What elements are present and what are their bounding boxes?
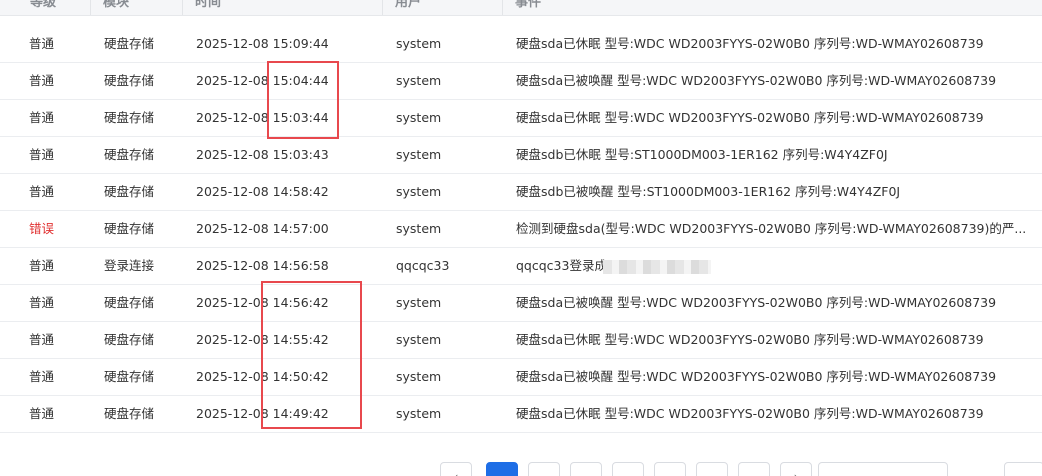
redacted-text [602, 259, 711, 274]
table-row[interactable]: 普通 硬盘存储 2025-12-08 14:50:42 system 硬盘sda已被唤醒… [0, 358, 1042, 396]
event-cell: 硬盘sdb已被唤醒 型号:ST1000DM003-1ER162 序列号:W4Y4… [516, 173, 1036, 210]
event-cell: 硬盘sda已被唤醒 型号:WDC WD2003FYYS-02W0B0 序列号:W… [516, 62, 1036, 99]
event-text: 硬盘sda已被唤醒 型号:WDC WD2003FYYS-02W0B0 序列号:W… [516, 369, 997, 384]
level-cell: 普通 [29, 36, 55, 51]
prev-page-button[interactable]: ‹ [440, 462, 472, 476]
event-cell: 硬盘sdb已休眠 型号:ST1000DM003-1ER162 序列号:W4Y4Z… [516, 136, 1036, 173]
module-cell: 硬盘存储 [104, 332, 155, 347]
level-cell: 错误 [29, 221, 55, 236]
module-cell: 硬盘存储 [104, 73, 155, 88]
time-cell: 2025-12-08 14:50:42 [196, 369, 329, 384]
user-cell: system [396, 110, 442, 125]
event-text: qqcqc33登录成 [516, 258, 607, 273]
table-row[interactable]: 普通 登录连接 2025-12-08 14:56:58 qqcqc33 qqcqc33登… [0, 247, 1042, 285]
level-cell: 普通 [29, 295, 55, 310]
table-row[interactable]: 普通 硬盘存储 2025-12-08 14:58:42 system 硬盘sdb已被唤醒… [0, 173, 1042, 211]
event-cell: 硬盘sda已被唤醒 型号:WDC WD2003FYYS-02W0B0 序列号:W… [516, 284, 1036, 321]
user-cell: system [396, 36, 442, 51]
table-row[interactable]: 普通 硬盘存储 2025-12-08 15:04:44 system 硬盘sda已被唤醒… [0, 62, 1042, 100]
table-row[interactable]: 普通 硬盘存储 2025-12-08 14:49:42 system 硬盘sda已休眠 … [0, 395, 1042, 433]
module-cell: 硬盘存储 [104, 147, 155, 162]
user-cell: system [396, 295, 442, 310]
column-header-event[interactable]: 事件 [502, 0, 1042, 15]
time-cell: 2025-12-08 14:49:42 [196, 406, 329, 421]
page-button[interactable] [570, 462, 602, 476]
goto-page-input[interactable] [1004, 462, 1042, 476]
page-button[interactable] [612, 462, 644, 476]
page-size-select[interactable] [818, 462, 948, 476]
user-cell: system [396, 406, 442, 421]
table-row[interactable]: 普通 硬盘存储 2025-12-08 14:56:42 system 硬盘sda已被唤醒… [0, 284, 1042, 322]
module-cell: 硬盘存储 [104, 221, 155, 236]
level-cell: 普通 [29, 147, 55, 162]
time-cell: 2025-12-08 15:09:44 [196, 36, 329, 51]
time-cell: 2025-12-08 14:57:00 [196, 221, 329, 236]
page-button[interactable] [738, 462, 770, 476]
page-button[interactable] [696, 462, 728, 476]
event-cell: 检测到硬盘sda(型号:WDC WD2003FYYS-02W0B0 序列号:WD… [516, 210, 1036, 247]
level-cell: 普通 [29, 73, 55, 88]
module-cell: 硬盘存储 [104, 295, 155, 310]
user-cell: system [396, 369, 442, 384]
time-cell: 2025-12-08 14:55:42 [196, 332, 329, 347]
level-cell: 普通 [29, 110, 55, 125]
column-header-user[interactable]: 用户 [382, 0, 502, 15]
event-cell: 硬盘sda已休眠 型号:WDC WD2003FYYS-02W0B0 序列号:WD… [516, 25, 1036, 62]
event-text: 硬盘sda已被唤醒 型号:WDC WD2003FYYS-02W0B0 序列号:W… [516, 295, 997, 310]
time-cell: 2025-12-08 14:56:58 [196, 258, 329, 273]
module-cell: 硬盘存储 [104, 369, 155, 384]
user-cell: qqcqc33 [396, 258, 450, 273]
user-cell: system [396, 147, 442, 162]
module-cell: 硬盘存储 [104, 110, 155, 125]
event-cell: qqcqc33登录成 [516, 247, 1036, 284]
time-cell: 2025-12-08 15:03:44 [196, 110, 329, 125]
event-text: 硬盘sdb已被唤醒 型号:ST1000DM003-1ER162 序列号:W4Y4… [516, 184, 901, 199]
page-button[interactable] [654, 462, 686, 476]
level-cell: 普通 [29, 332, 55, 347]
event-cell: 硬盘sda已被唤醒 型号:WDC WD2003FYYS-02W0B0 序列号:W… [516, 358, 1036, 395]
column-header-module[interactable]: 模块 [90, 0, 182, 15]
event-text: 硬盘sda已休眠 型号:WDC WD2003FYYS-02W0B0 序列号:WD… [516, 36, 984, 51]
module-cell: 硬盘存储 [104, 184, 155, 199]
table-row[interactable]: 普通 硬盘存储 2025-12-08 14:55:42 system 硬盘sda已休眠 … [0, 321, 1042, 359]
user-cell: system [396, 332, 442, 347]
module-cell: 硬盘存储 [104, 36, 155, 51]
level-cell: 普通 [29, 369, 55, 384]
time-cell: 2025-12-08 15:04:44 [196, 73, 329, 88]
time-cell: 2025-12-08 14:58:42 [196, 184, 329, 199]
level-cell: 普通 [29, 258, 55, 273]
page-button-active[interactable] [486, 462, 518, 476]
level-cell: 普通 [29, 184, 55, 199]
table-header: 等级 模块 时间 用户 事件 [0, 0, 1042, 16]
next-page-button[interactable]: › [780, 462, 812, 476]
module-cell: 登录连接 [104, 258, 155, 273]
event-text: 硬盘sda已休眠 型号:WDC WD2003FYYS-02W0B0 序列号:WD… [516, 332, 984, 347]
table-row-partial [0, 440, 1042, 452]
event-text: 检测到硬盘sda(型号:WDC WD2003FYYS-02W0B0 序列号:WD… [516, 221, 1027, 236]
pagination: ‹ › [0, 462, 1042, 476]
event-cell: 硬盘sda已休眠 型号:WDC WD2003FYYS-02W0B0 序列号:WD… [516, 321, 1036, 358]
user-cell: system [396, 184, 442, 199]
user-cell: system [396, 221, 442, 236]
user-cell: system [396, 73, 442, 88]
event-cell: 硬盘sda已休眠 型号:WDC WD2003FYYS-02W0B0 序列号:WD… [516, 395, 1036, 432]
table-row[interactable]: 普通 硬盘存储 2025-12-08 15:03:43 system 硬盘sdb已休眠 … [0, 136, 1042, 174]
table-row[interactable]: 普通 硬盘存储 2025-12-08 15:03:44 system 硬盘sda已休眠 … [0, 99, 1042, 137]
column-header-time[interactable]: 时间 [182, 0, 382, 15]
event-text: 硬盘sda已休眠 型号:WDC WD2003FYYS-02W0B0 序列号:WD… [516, 110, 984, 125]
time-cell: 2025-12-08 15:03:43 [196, 147, 329, 162]
level-cell: 普通 [29, 406, 55, 421]
time-cell: 2025-12-08 14:56:42 [196, 295, 329, 310]
module-cell: 硬盘存储 [104, 406, 155, 421]
event-text: 硬盘sda已被唤醒 型号:WDC WD2003FYYS-02W0B0 序列号:W… [516, 73, 997, 88]
column-header-level[interactable]: 等级 [18, 0, 90, 15]
page-button[interactable] [528, 462, 560, 476]
event-text: 硬盘sdb已休眠 型号:ST1000DM003-1ER162 序列号:W4Y4Z… [516, 147, 888, 162]
table-row[interactable]: 错误 硬盘存储 2025-12-08 14:57:00 system 检测到硬盘sda(… [0, 210, 1042, 248]
event-cell: 硬盘sda已休眠 型号:WDC WD2003FYYS-02W0B0 序列号:WD… [516, 99, 1036, 136]
table-row[interactable]: 普通 硬盘存储 2025-12-08 15:09:44 system 硬盘sda已休眠 … [0, 25, 1042, 63]
event-text: 硬盘sda已休眠 型号:WDC WD2003FYYS-02W0B0 序列号:WD… [516, 406, 984, 421]
